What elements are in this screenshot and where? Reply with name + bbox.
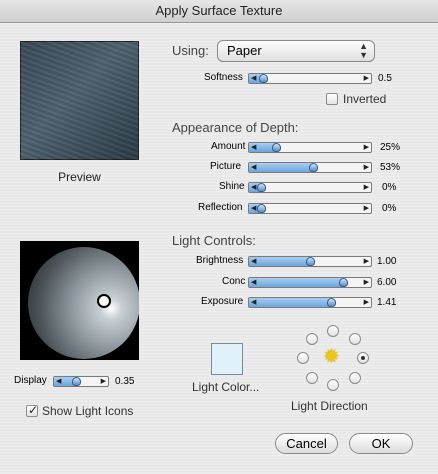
light-controls-heading: Light Controls: [172, 233, 256, 248]
light-position-handle[interactable] [97, 294, 111, 308]
light-direction-n[interactable] [327, 325, 339, 337]
exposure-slider[interactable]: ◀ ▶ [248, 297, 372, 308]
cancel-button[interactable]: Cancel [275, 433, 338, 454]
reflection-label: Reflection [198, 202, 243, 213]
slider-left-arrow-icon[interactable]: ◀ [251, 182, 256, 193]
show-light-icons-checkbox[interactable] [26, 403, 38, 417]
ok-button[interactable]: OK [349, 433, 413, 454]
sun-icon: ✹ [323, 346, 340, 368]
slider-thumb[interactable] [339, 278, 349, 287]
slider-fill [249, 257, 310, 266]
slider-thumb[interactable] [259, 74, 269, 83]
inverted-checkbox[interactable] [326, 93, 338, 105]
picture-label: Picture [210, 161, 242, 172]
slider-fill [249, 298, 331, 307]
slider-thumb[interactable] [257, 183, 267, 192]
amount-value: 25% [380, 142, 401, 153]
slider-thumb[interactable] [309, 163, 319, 172]
light-direction-ne[interactable] [349, 333, 361, 345]
shine-label: Shine [219, 181, 245, 192]
slider-thumb[interactable] [271, 143, 281, 152]
picture-slider[interactable]: ◀ ▶ [248, 162, 372, 173]
light-color-swatch[interactable] [211, 343, 243, 375]
exposure-value: 1.41 [377, 297, 397, 308]
amount-label: Amount [211, 141, 246, 152]
slider-left-arrow-icon[interactable]: ◀ [251, 73, 256, 84]
light-direction-w[interactable] [297, 352, 309, 364]
reflection-value: 0% [382, 203, 397, 214]
light-preview[interactable] [20, 241, 139, 360]
light-direction-sw[interactable] [306, 372, 318, 384]
popup-arrows-icon: ▲ ▼ [359, 41, 368, 60]
dialog-body: Preview Display ◀ ▶ 0.35 Show Light Icon… [0, 23, 438, 474]
show-light-icons-label: Show Light Icons [42, 404, 134, 418]
slider-right-arrow-icon[interactable]: ▶ [101, 376, 106, 387]
slider-right-arrow-icon[interactable]: ▶ [364, 277, 369, 288]
light-direction-s[interactable] [327, 379, 339, 391]
using-label: Using: [172, 43, 209, 58]
depth-heading: Appearance of Depth: [172, 120, 299, 135]
softness-value: 0.5 [378, 73, 392, 84]
light-direction-se[interactable] [349, 372, 361, 384]
inverted-label: Inverted [343, 92, 387, 106]
slider-left-arrow-icon[interactable]: ◀ [251, 297, 256, 308]
slider-thumb[interactable] [326, 298, 336, 307]
slider-left-arrow-icon[interactable]: ◀ [251, 256, 256, 267]
slider-fill [249, 163, 314, 172]
display-value: 0.35 [115, 376, 135, 387]
texture-preview [20, 41, 139, 160]
slider-left-arrow-icon[interactable]: ◀ [251, 277, 256, 288]
light-direction-nw[interactable] [306, 333, 318, 345]
preview-caption: Preview [58, 170, 101, 184]
display-label: Display [14, 375, 47, 386]
slider-thumb[interactable] [306, 257, 315, 266]
lit-sphere [28, 247, 139, 359]
slider-right-arrow-icon[interactable]: ▶ [364, 203, 369, 214]
conc-value: 6.00 [377, 277, 397, 288]
shine-value: 0% [382, 182, 397, 193]
softness-slider[interactable]: ◀ ▶ [248, 73, 372, 84]
softness-label: Softness [204, 72, 243, 83]
window-title: Apply Surface Texture [0, 0, 438, 23]
conc-slider[interactable]: ◀ ▶ [248, 277, 372, 288]
slider-right-arrow-icon[interactable]: ▶ [364, 182, 369, 193]
slider-fill [249, 278, 344, 287]
shine-slider[interactable]: ◀ ▶ [248, 182, 372, 193]
using-popup-value: Paper [227, 43, 262, 58]
slider-left-arrow-icon[interactable]: ◀ [251, 162, 256, 173]
brightness-slider[interactable]: ◀ ▶ [248, 256, 372, 267]
slider-left-arrow-icon[interactable]: ◀ [251, 203, 256, 214]
exposure-label: Exposure [201, 296, 244, 307]
reflection-slider[interactable]: ◀ ▶ [248, 203, 372, 214]
slider-thumb[interactable] [257, 204, 267, 213]
light-direction-label: Light Direction [291, 399, 368, 413]
slider-thumb[interactable] [71, 377, 81, 386]
slider-right-arrow-icon[interactable]: ▶ [364, 162, 369, 173]
slider-left-arrow-icon[interactable]: ◀ [56, 376, 61, 387]
brightness-value: 1.00 [377, 256, 397, 267]
display-slider[interactable]: ◀ ▶ [53, 376, 109, 387]
slider-right-arrow-icon[interactable]: ▶ [364, 256, 369, 267]
amount-slider[interactable]: ◀ ▶ [248, 142, 372, 153]
slider-right-arrow-icon[interactable]: ▶ [364, 297, 369, 308]
using-popup[interactable]: Paper ▲ ▼ [217, 40, 375, 62]
conc-label: Conc [222, 276, 246, 287]
light-color-label[interactable]: Light Color... [192, 380, 259, 394]
slider-left-arrow-icon[interactable]: ◀ [251, 142, 256, 153]
light-direction-e[interactable] [357, 352, 369, 364]
picture-value: 53% [380, 162, 401, 173]
slider-right-arrow-icon[interactable]: ▶ [364, 142, 369, 153]
slider-right-arrow-icon[interactable]: ▶ [364, 73, 369, 84]
brightness-label: Brightness [196, 255, 244, 266]
